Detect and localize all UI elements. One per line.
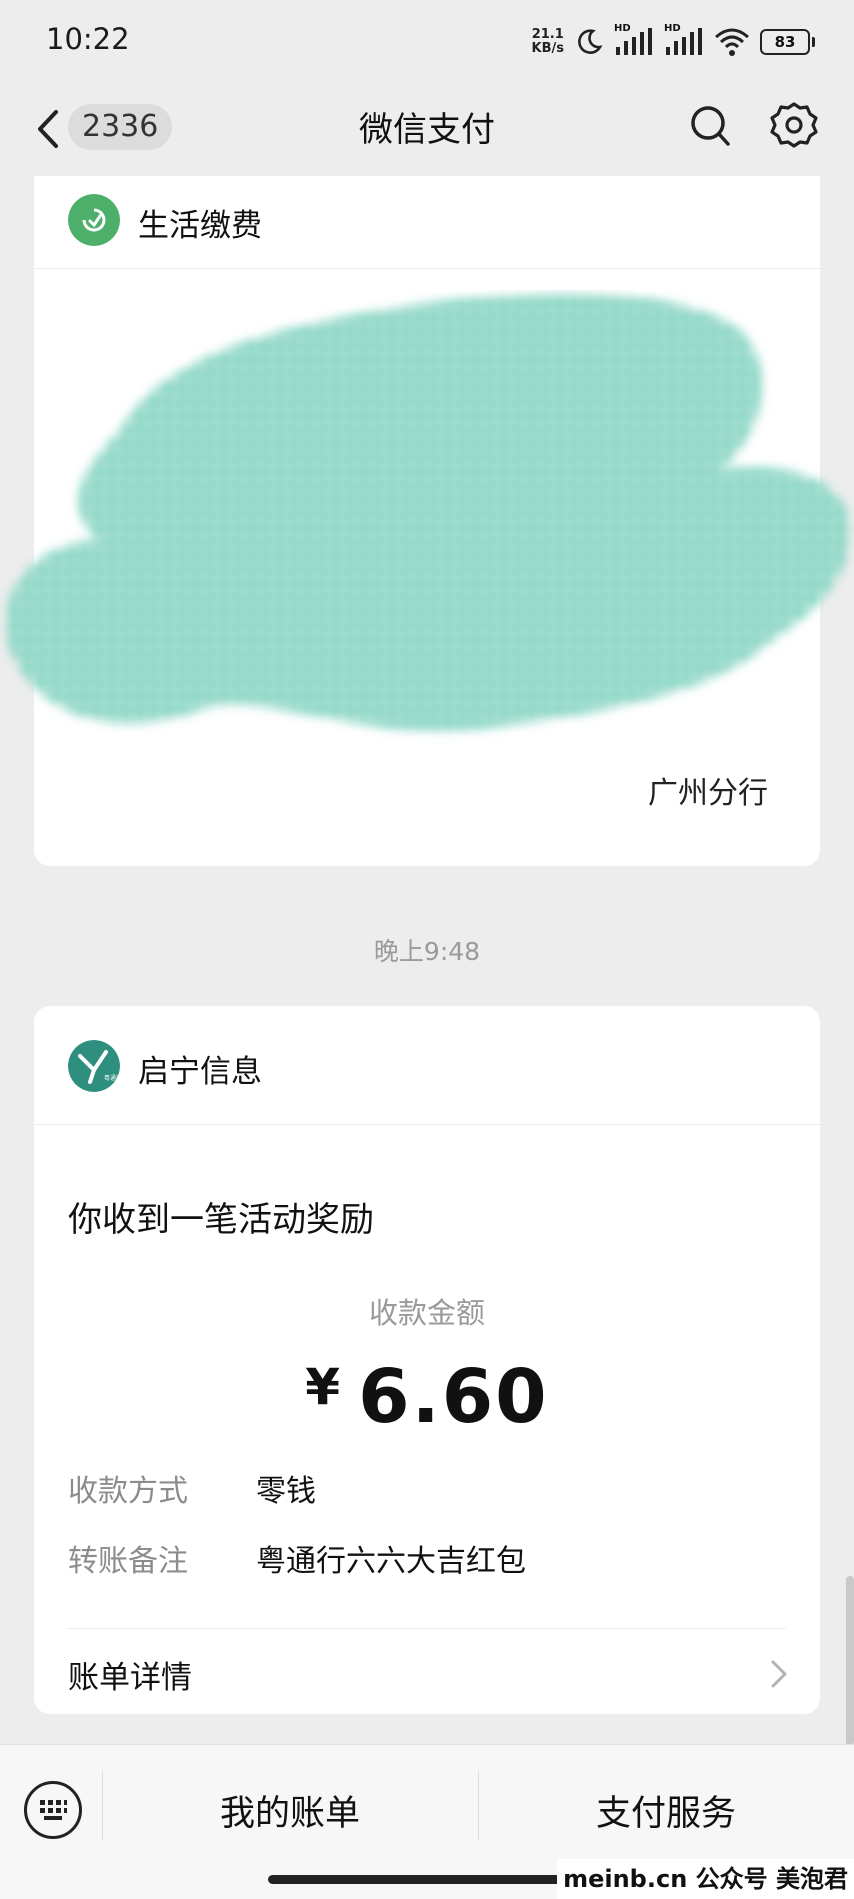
watermark-text: meinb.cn 公众号 美泡君 bbox=[557, 1859, 854, 1899]
home-indicator[interactable] bbox=[268, 1875, 588, 1884]
row-value: 零钱 bbox=[256, 1474, 316, 1509]
card-header: 粤通行 启宁信息 bbox=[34, 1006, 820, 1125]
chevron-right-icon[interactable] bbox=[768, 1656, 790, 1692]
row-key: 转账备注 bbox=[68, 1544, 188, 1579]
signal-2: HD bbox=[664, 23, 704, 57]
wifi-icon bbox=[715, 28, 749, 56]
payment-method-row: 收款方式 零钱 bbox=[68, 1466, 316, 1510]
life-payment-title: 生活缴费 bbox=[138, 208, 262, 244]
status-icons: 21.1 KB/s HD HD 83 bbox=[532, 23, 815, 60]
nav-bar: 2336 微信支付 bbox=[0, 80, 854, 176]
amount-number: 6.60 bbox=[358, 1354, 549, 1440]
redaction-mask bbox=[5, 293, 850, 732]
bill-detail-link[interactable]: 账单详情 bbox=[68, 1652, 192, 1697]
search-icon[interactable] bbox=[688, 102, 732, 150]
row-key: 收款方式 bbox=[68, 1474, 188, 1509]
moon-icon bbox=[578, 29, 603, 54]
bottom-bar: 我的账单 支付服务 meinb.cn 公众号 美泡君 bbox=[0, 1744, 854, 1899]
sender-name: 启宁信息 bbox=[138, 1054, 262, 1090]
currency-symbol: ¥ bbox=[305, 1358, 343, 1416]
divider bbox=[68, 1628, 786, 1629]
status-bar: 10:22 21.1 KB/s HD HD 83 bbox=[0, 0, 854, 80]
transfer-note-row: 转账备注 粤通行六六大吉红包 bbox=[68, 1536, 526, 1580]
sender-logo-text: 粤通行 bbox=[104, 1074, 120, 1082]
reward-notice: 你收到一笔活动奖励 bbox=[68, 1200, 374, 1240]
network-speed-unit: KB/s bbox=[531, 41, 564, 56]
life-payment-logo-icon bbox=[68, 194, 120, 246]
message-timestamp: 晚上9:48 bbox=[373, 937, 481, 966]
network-speed: 21.1 KB/s bbox=[532, 28, 564, 56]
gear-icon[interactable] bbox=[770, 100, 818, 150]
my-bills-tab[interactable]: 我的账单 bbox=[102, 1785, 478, 1836]
amount-label: 收款金额 bbox=[368, 1296, 485, 1330]
amount-value: ¥6.60 bbox=[34, 1354, 820, 1440]
keyboard-icon[interactable] bbox=[24, 1781, 82, 1839]
signal-2-label: HD bbox=[664, 23, 681, 34]
battery-indicator: 83 bbox=[760, 29, 815, 55]
card-header: 生活缴费 bbox=[34, 176, 820, 269]
sender-logo-icon: 粤通行 bbox=[68, 1040, 120, 1092]
reward-card[interactable]: 粤通行 启宁信息 你收到一笔活动奖励 收款金额 ¥6.60 收款方式 零钱 转账备… bbox=[34, 1006, 820, 1714]
signal-1: HD bbox=[614, 23, 654, 57]
status-time: 10:22 bbox=[46, 22, 130, 56]
payment-services-tab[interactable]: 支付服务 bbox=[478, 1785, 854, 1836]
scrollbar[interactable] bbox=[846, 1576, 854, 1746]
signal-1-label: HD bbox=[614, 23, 631, 34]
row-value: 粤通行六六大吉红包 bbox=[256, 1544, 526, 1579]
network-speed-value: 21.1 bbox=[531, 27, 564, 42]
